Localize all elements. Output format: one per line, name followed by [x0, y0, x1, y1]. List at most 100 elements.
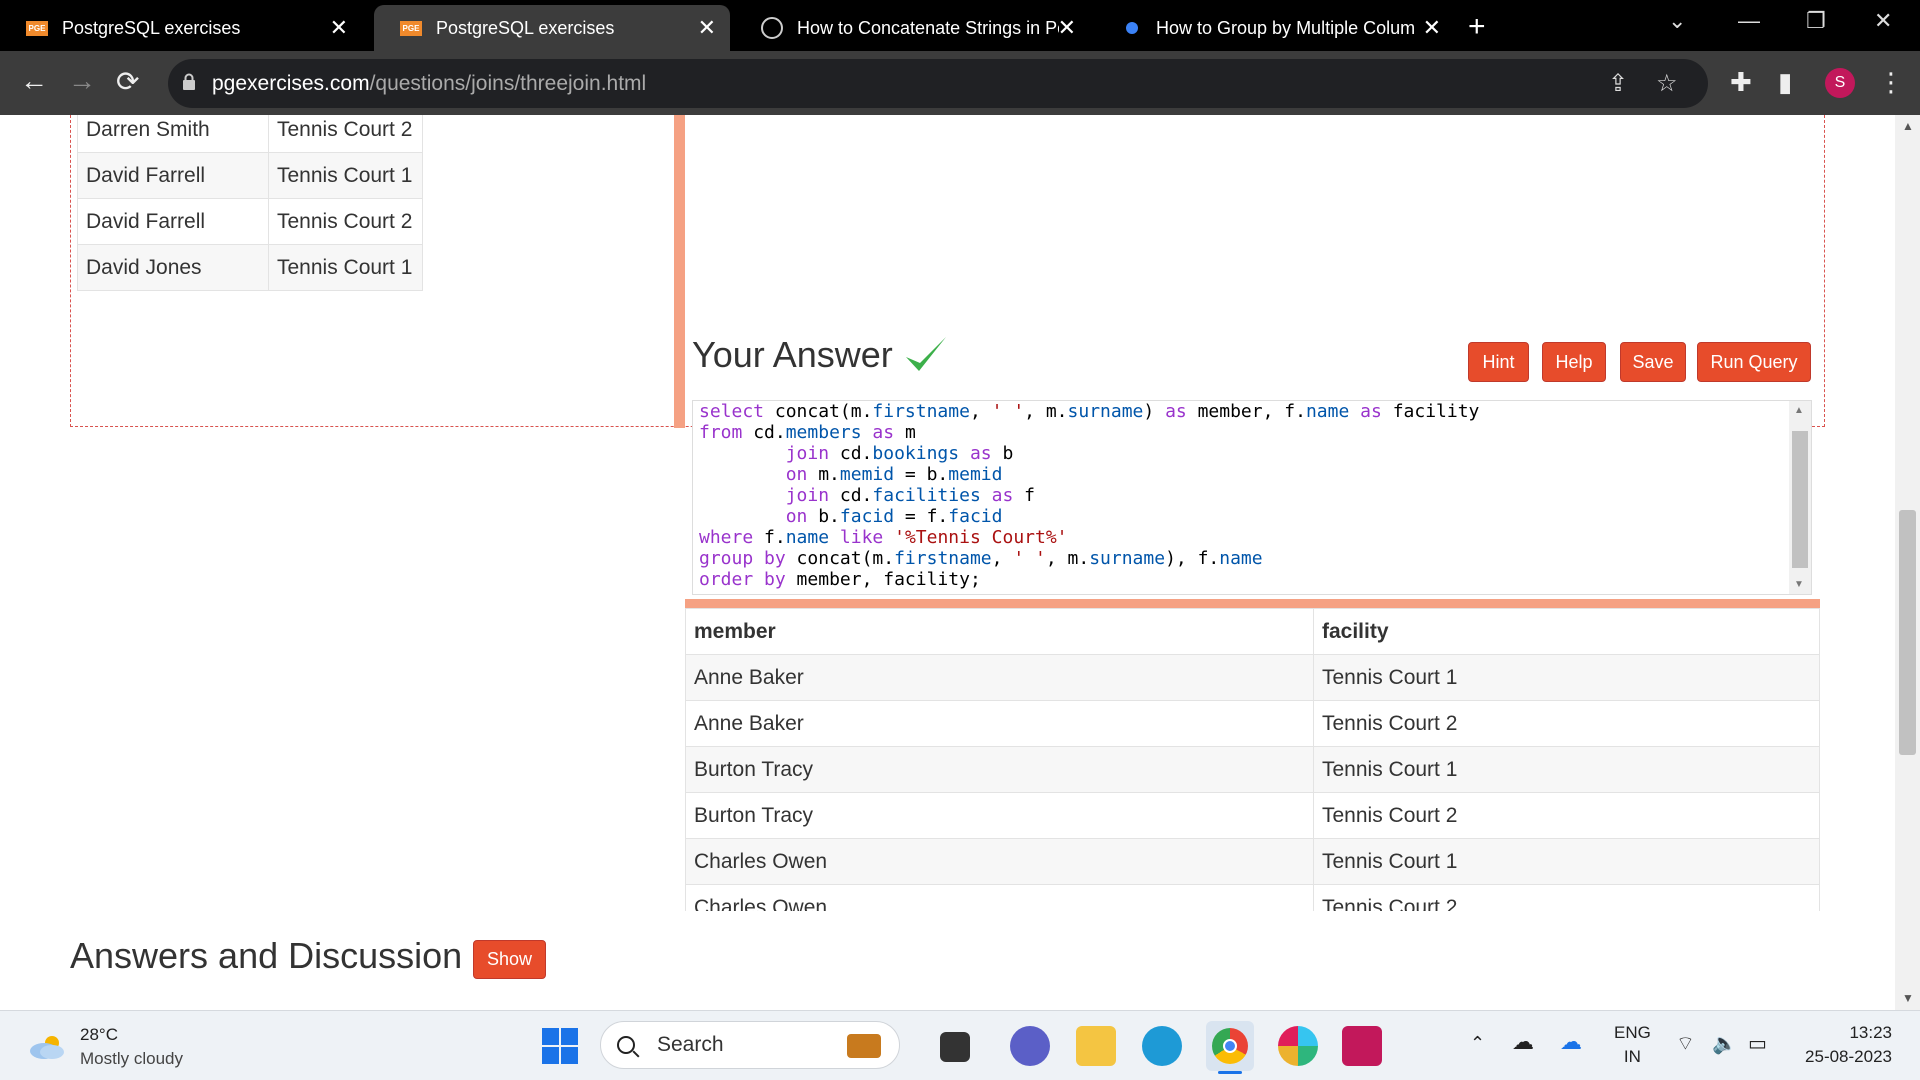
pane-splitter-handle[interactable] — [674, 115, 685, 428]
table-cell: Tennis Court 1 — [1313, 746, 1820, 793]
task-view-icon[interactable] — [940, 1032, 970, 1062]
address-bar-row: ← → ⟳ pgexercises.com/questions/joins/th… — [0, 51, 1920, 115]
table-row: Burton Tracy Tennis Court 2 — [685, 792, 1820, 839]
onedrive-cloud-icon[interactable]: ☁ — [1560, 1029, 1582, 1055]
tab-group-by-multiple[interactable]: How to Group by Multiple Colum ✕ — [1095, 5, 1455, 51]
share-icon[interactable]: ⇪ — [1608, 69, 1628, 98]
answers-discussion-heading: Answers and Discussion — [70, 935, 463, 976]
wifi-icon[interactable]: ⌔ — [1676, 1031, 1695, 1056]
taskbar-search-box[interactable]: Search — [600, 1021, 900, 1069]
volume-muted-icon[interactable]: 🔈 — [1712, 1031, 1737, 1056]
browser-menu-icon[interactable]: ⋮ — [1878, 67, 1904, 98]
table-row: Charles Owen Tennis Court 1 — [685, 838, 1820, 885]
help-button[interactable]: Help — [1542, 342, 1606, 382]
minimize-icon[interactable]: — — [1738, 8, 1760, 34]
file-explorer-icon[interactable] — [1076, 1026, 1116, 1066]
onedrive-gray-cloud-icon[interactable]: ☁ — [1512, 1029, 1534, 1055]
sql-editor[interactable]: select concat(m.firstname, ' ', m.surnam… — [692, 400, 1812, 595]
table-cell: Anne Baker — [685, 654, 1314, 701]
hint-button[interactable]: Hint — [1468, 342, 1529, 382]
chrome-center-icon — [1223, 1039, 1237, 1053]
code-line-9: order by member, facility; — [699, 569, 981, 590]
side-panel-icon[interactable]: ▮ — [1778, 67, 1792, 98]
table-cell: Tennis Court 2 — [1313, 884, 1820, 911]
weather-temperature: 28°C — [80, 1025, 118, 1044]
url-path: /questions/joins/threejoin.html — [369, 72, 647, 95]
scroll-down-arrow-icon[interactable]: ▼ — [1902, 991, 1914, 1005]
close-window-icon[interactable]: ✕ — [1874, 8, 1892, 34]
scroll-down-arrow-icon[interactable]: ▼ — [1794, 579, 1804, 590]
edge-browser-icon[interactable] — [1142, 1026, 1182, 1066]
extensions-puzzle-icon[interactable]: ✚ — [1730, 67, 1752, 98]
close-tab-icon[interactable]: ✕ — [698, 15, 716, 41]
system-clock[interactable]: 13:23 25-08-2023 — [1780, 1021, 1892, 1069]
table-cell: Darren Smith — [77, 115, 269, 153]
close-tab-icon[interactable]: ✕ — [330, 15, 348, 41]
clock-time: 13:23 — [1849, 1023, 1892, 1042]
code-line-7: where f.name like '%Tennis Court%' — [699, 527, 1068, 548]
table-cell: Tennis Court 1 — [268, 244, 423, 291]
language-code: ENG — [1614, 1023, 1651, 1042]
page-scrollbar[interactable]: ▲ ▼ — [1895, 115, 1920, 1010]
table-row: Anne Baker Tennis Court 1 — [685, 654, 1820, 701]
scroll-up-arrow-icon[interactable]: ▲ — [1794, 405, 1804, 416]
code-line-2: from cd.members as m — [699, 422, 916, 443]
show-hidden-icons-chevron-icon[interactable]: ⌃ — [1470, 1033, 1485, 1054]
omnibox[interactable]: pgexercises.com/questions/joins/threejoi… — [168, 59, 1708, 108]
table-cell: Charles Owen — [685, 884, 1314, 911]
table-cell: David Jones — [77, 244, 269, 291]
code-line-3: join cd.bookings as b — [699, 443, 1014, 464]
sql-code[interactable]: select concat(m.firstname, ' ', m.surnam… — [699, 401, 1479, 590]
globe-icon — [761, 17, 783, 39]
page-content: Darren Smith Tennis Court 2 David Farrel… — [0, 115, 1920, 1010]
code-line-4: on m.memid = b.memid — [699, 464, 1003, 485]
region-code: IN — [1623, 1047, 1641, 1066]
lock-icon — [183, 73, 195, 90]
bookmark-star-icon[interactable]: ☆ — [1656, 69, 1678, 98]
restore-icon[interactable]: ❐ — [1806, 8, 1826, 34]
forward-icon[interactable]: → — [68, 65, 96, 97]
language-indicator[interactable]: ENG IN — [1614, 1021, 1651, 1069]
save-button[interactable]: Save — [1620, 342, 1686, 382]
checkmark-icon — [905, 337, 946, 371]
table-row: Burton Tracy Tennis Court 1 — [685, 746, 1820, 793]
close-tab-icon[interactable]: ✕ — [1058, 15, 1076, 41]
scroll-up-arrow-icon[interactable]: ▲ — [1902, 119, 1914, 133]
editor-scrollbar[interactable]: ▲ ▼ — [1789, 401, 1811, 594]
profile-avatar[interactable]: S — [1825, 68, 1855, 98]
page-scroll-thumb[interactable] — [1899, 510, 1916, 755]
table-row: David Farrell Tennis Court 1 — [77, 152, 423, 199]
url-text[interactable]: pgexercises.com/questions/joins/threejoi… — [212, 72, 646, 96]
tab-postgresql-exercises-2[interactable]: PGE PostgreSQL exercises ✕ — [374, 5, 730, 51]
tab-search-chevron-icon[interactable]: ⌄ — [1668, 8, 1686, 34]
results-table: member facility Anne Baker Tennis Court … — [685, 608, 1820, 911]
battery-icon[interactable]: ▭ — [1748, 1031, 1767, 1056]
table-cell: Tennis Court 1 — [268, 152, 423, 199]
new-tab-icon[interactable]: + — [1468, 10, 1486, 44]
windows-start-icon[interactable] — [542, 1028, 578, 1064]
close-tab-icon[interactable]: ✕ — [1423, 15, 1441, 41]
weather-widget[interactable]: 28°C Mostly cloudy — [28, 1023, 183, 1071]
editor-resize-handle[interactable] — [685, 599, 1820, 608]
slack-icon[interactable] — [1278, 1026, 1318, 1066]
teams-chat-icon[interactable] — [1010, 1026, 1050, 1066]
intellij-icon[interactable] — [1342, 1026, 1382, 1066]
table-cell: David Farrell — [77, 198, 269, 245]
tab-concatenate-strings[interactable]: How to Concatenate Strings in Po ✕ — [735, 5, 1090, 51]
weather-description: Mostly cloudy — [80, 1049, 183, 1068]
column-header-facility: facility — [1313, 608, 1820, 655]
code-line-1: select concat(m.firstname, ' ', m.surnam… — [699, 401, 1480, 422]
briefcase-icon — [847, 1034, 881, 1058]
reload-icon[interactable]: ⟳ — [116, 65, 139, 98]
chrome-browser-active-icon[interactable] — [1206, 1021, 1254, 1071]
run-query-button[interactable]: Run Query — [1697, 342, 1811, 382]
table-cell: Tennis Court 1 — [1313, 654, 1820, 701]
search-icon — [617, 1036, 635, 1054]
cloudy-weather-icon — [30, 1036, 64, 1059]
editor-scroll-thumb[interactable] — [1792, 431, 1808, 568]
back-icon[interactable]: ← — [20, 65, 48, 97]
tab-title: How to Concatenate Strings in Po — [797, 17, 1059, 38]
loading-dot-icon — [1126, 22, 1138, 34]
tab-postgresql-exercises-1[interactable]: PGE PostgreSQL exercises ✕ — [0, 5, 362, 51]
show-answers-button[interactable]: Show — [473, 940, 546, 979]
